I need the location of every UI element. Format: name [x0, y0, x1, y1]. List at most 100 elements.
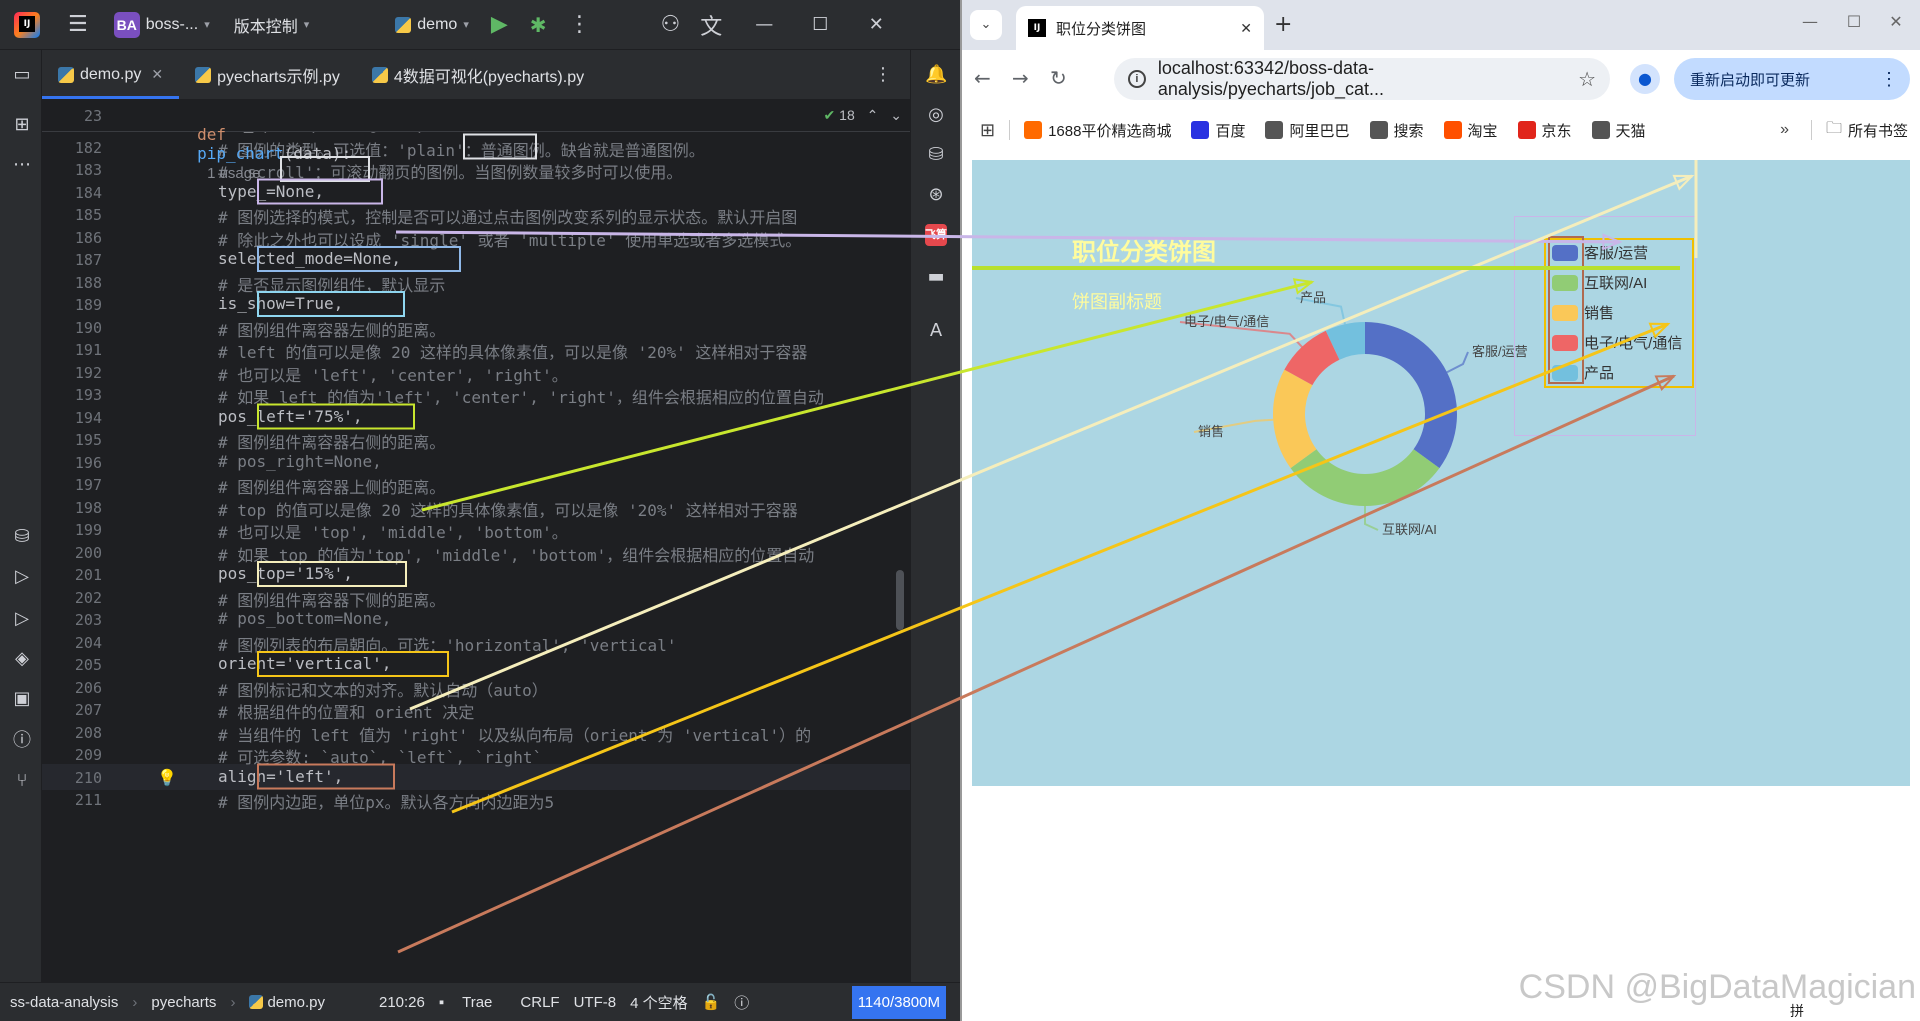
address-bar[interactable]: i localhost:63342/boss-data-analysis/pye… [1114, 58, 1610, 100]
line-number[interactable]: 199 [42, 521, 102, 539]
services-icon[interactable]: ▷ [11, 566, 33, 588]
status-file[interactable]: demo.py [267, 994, 325, 1011]
close-tab-icon[interactable]: ✕ [151, 66, 163, 83]
git-icon[interactable]: ⑂ [11, 770, 33, 792]
code-comment[interactable]: # 如果 left 的值为'left', 'center', 'right'，组… [218, 384, 824, 408]
database-icon[interactable]: ⛁ [11, 526, 33, 548]
bookmark-item[interactable]: 京东 [1517, 120, 1572, 141]
line-number[interactable]: 190 [42, 319, 102, 337]
close-tab-icon[interactable]: ✕ [1240, 20, 1252, 37]
bookmark-item[interactable]: 搜索 [1369, 120, 1424, 141]
line-number[interactable]: 186 [42, 229, 102, 247]
terminal-icon[interactable]: ▣ [11, 688, 33, 710]
bookmark-item[interactable]: 百度 [1191, 120, 1245, 141]
code-comment[interactable]: # 也可以是 'left', 'center', 'right'。 [218, 362, 568, 386]
lock-icon[interactable]: 🔓 [702, 993, 721, 1011]
python-console-icon[interactable]: ⊛ [925, 184, 947, 206]
code-statement[interactable]: pos_top='15%', [218, 564, 353, 583]
legend-item[interactable]: 产品 [1552, 362, 1614, 383]
tab-pyecharts-example[interactable]: pyecharts示例.py [179, 50, 356, 99]
minimize-icon[interactable]: — [736, 14, 792, 35]
debug-icon[interactable]: ✱ [530, 13, 547, 37]
code-comment[interactable]: # 图例组件离容器左侧的距离。 [218, 317, 445, 341]
line-number[interactable]: 210 [42, 769, 102, 787]
inspection-widget[interactable]: ✔ 18 ⌃ ⌄ [824, 107, 902, 124]
line-number[interactable]: 200 [42, 544, 102, 562]
more-tools-icon[interactable]: ⋯ [11, 154, 33, 176]
structure-icon[interactable]: ⊞ [11, 114, 33, 136]
line-number[interactable]: 208 [42, 724, 102, 742]
add-user-icon[interactable]: ⚇ [661, 12, 681, 37]
lightbulb-icon[interactable]: 💡 [157, 768, 177, 787]
minimize-icon[interactable]: — [1790, 12, 1830, 31]
line-number[interactable]: 197 [42, 476, 102, 494]
feisuan-plugin-icon[interactable]: 飞算 [925, 224, 947, 246]
run-tool-icon[interactable]: ▷ [11, 608, 33, 630]
line-number[interactable]: 191 [42, 341, 102, 359]
code-comment[interactable]: # 图例组件离容器下侧的距离。 [218, 587, 445, 611]
line-number[interactable]: 182 [42, 139, 102, 157]
code-statement[interactable]: selected_mode=None, [218, 249, 401, 268]
chevron-down-icon[interactable]: ▾ [204, 18, 210, 31]
database-icon[interactable]: ⛁ [925, 144, 947, 166]
more-actions-icon[interactable]: ⋮ [569, 12, 591, 37]
project-name[interactable]: boss-... [146, 16, 198, 34]
chevron-down-icon[interactable]: ⌄ [890, 107, 902, 123]
profile-avatar-icon[interactable]: ● [1630, 64, 1660, 94]
code-comment[interactable]: # top 的值可以是像 20 这样的具体像素值，可以是像 '20%' 这样相对… [218, 497, 798, 521]
memory-indicator[interactable]: 1140/3800M [851, 985, 946, 1019]
all-bookmarks-link[interactable]: 所有书签 [1848, 120, 1908, 141]
code-statement[interactable]: is_show=True, [218, 294, 343, 313]
trae-plugin[interactable]: ▪ Trae [439, 994, 507, 1011]
tab-data-visualization[interactable]: 4数据可视化(pyecharts).py [356, 50, 600, 99]
line-number[interactable]: 189 [42, 296, 102, 314]
code-comment[interactable]: # 如果 top 的值为'top', 'middle', 'bottom'，组件… [218, 542, 814, 566]
line-number[interactable]: 196 [42, 454, 102, 472]
code-comment[interactable]: # 图例列表的布局朝向。可选：'horizontal', 'vertical' [218, 632, 676, 656]
legend-item[interactable]: 客服/运营 [1552, 242, 1648, 263]
translate-icon[interactable]: 文 [700, 9, 722, 41]
browser-menu-icon[interactable]: ⋮ [1880, 69, 1898, 90]
code-statement[interactable]: align='left', [218, 767, 343, 786]
file-icon[interactable]: ▬ [925, 266, 947, 288]
problems-icon[interactable]: ⓘ [11, 730, 33, 752]
legend-item[interactable]: 电子/电气/通信 [1552, 332, 1682, 353]
inspection-status-icon[interactable]: ⓘ [734, 992, 749, 1013]
tab-search-chevron-icon[interactable]: ⌄ [970, 10, 1002, 40]
browser-tab-active[interactable]: IJ 职位分类饼图 ✕ [1016, 6, 1264, 50]
code-comment[interactable]: # 根据组件的位置和 orient 决定 [218, 699, 474, 723]
bookmark-item[interactable]: 阿里巴巴 [1265, 120, 1350, 141]
line-number[interactable]: 183 [42, 161, 102, 179]
close-window-icon[interactable]: ✕ [1876, 12, 1916, 31]
run-config-selector[interactable]: demo [417, 16, 457, 34]
code-comment[interactable]: # 图例组件离容器右侧的距离。 [218, 429, 445, 453]
line-number[interactable]: 198 [42, 499, 102, 517]
bookmarks-overflow-icon[interactable]: » [1780, 121, 1789, 139]
line-number[interactable]: 206 [42, 679, 102, 697]
intellij-logo-icon[interactable] [14, 11, 40, 38]
bookmark-item[interactable]: 1688平价精选商城 [1024, 120, 1171, 141]
vcs-widget[interactable]: 版本控制 [234, 13, 298, 37]
reload-icon[interactable]: ↻ [1050, 66, 1067, 90]
bookmark-item[interactable]: 淘宝 [1443, 120, 1498, 141]
code-comment[interactable]: # pos_right=None, [218, 452, 382, 471]
close-icon[interactable]: ✕ [848, 14, 904, 35]
file-encoding[interactable]: UTF-8 [574, 994, 617, 1011]
code-comment[interactable]: # 图例选择的模式，控制是否可以通过点击图例改变系列的显示状态。默认开启图 [218, 204, 797, 228]
line-number[interactable]: 209 [42, 746, 102, 764]
line-number[interactable]: 204 [42, 634, 102, 652]
forward-icon[interactable]: → [1012, 66, 1029, 90]
back-icon[interactable]: ← [974, 66, 991, 90]
code-comment[interactable]: # 图例标记和文本的对齐。默认自动（auto） [218, 677, 548, 701]
code-comment[interactable]: # 也可以是 'top', 'middle', 'bottom'。 [218, 519, 568, 543]
main-menu-icon[interactable]: ☰ [68, 12, 88, 37]
line-number[interactable]: 184 [42, 184, 102, 202]
project-badge[interactable]: BA [113, 11, 140, 38]
layers-icon[interactable]: ◈ [11, 648, 33, 670]
bookmark-item[interactable]: 天猫 [1591, 120, 1646, 141]
indent-setting[interactable]: 4 个空格 [630, 992, 688, 1013]
line-number[interactable]: 188 [42, 274, 102, 292]
notifications-icon[interactable]: 🔔 [925, 64, 947, 86]
code-statement[interactable]: orient='vertical', [218, 654, 391, 673]
sticky-function-header[interactable]: 23 def pip_chart(data): 1 usage ✔ 18 ⌃ ⌄ [42, 100, 910, 182]
